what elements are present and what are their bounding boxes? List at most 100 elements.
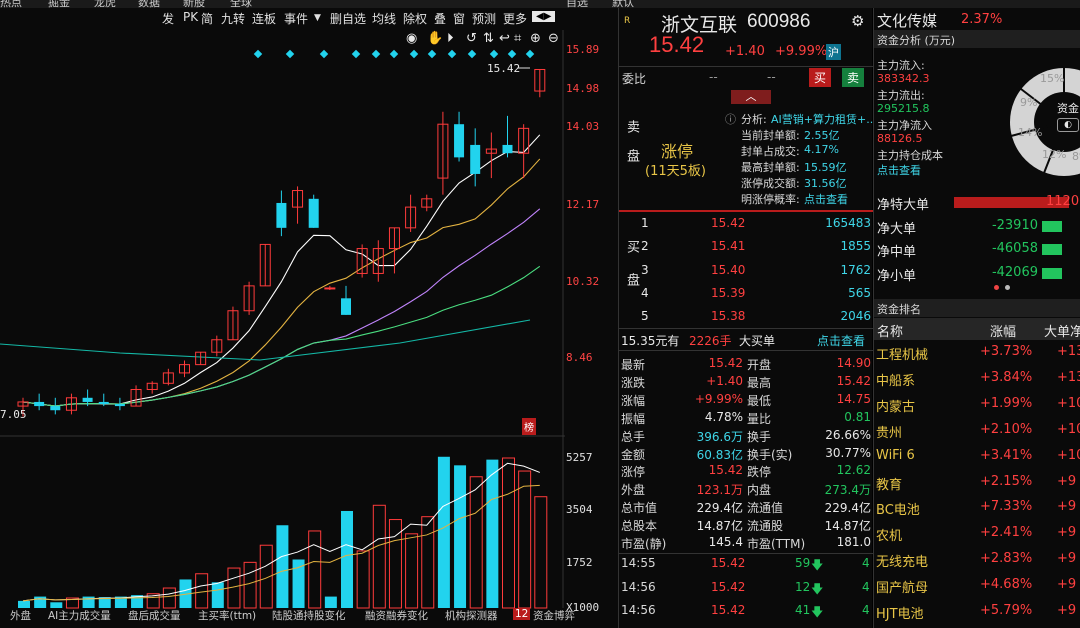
crop-icon[interactable]: ⌗ bbox=[514, 31, 521, 46]
toolbar-exright[interactable]: 除权 bbox=[403, 10, 427, 27]
eye-icon[interactable]: ◉ bbox=[406, 31, 417, 46]
tab-after-hours[interactable]: 盘后成交量 bbox=[128, 608, 181, 623]
volume-bar bbox=[454, 465, 467, 608]
top-menu-item[interactable]: 数据 bbox=[138, 0, 160, 8]
top-menu-item[interactable]: 掘金 bbox=[48, 0, 70, 8]
kline-svg[interactable] bbox=[0, 8, 618, 628]
ranking-pct: +3.41% bbox=[980, 447, 1033, 463]
tab-northbound[interactable]: 陆股通持股变化 bbox=[272, 608, 346, 623]
analysis-label: 分析: bbox=[741, 113, 767, 126]
split-icon[interactable]: ⇅ bbox=[483, 31, 494, 46]
toolbar-window[interactable]: 窗 bbox=[453, 10, 465, 27]
ranking-header-net[interactable]: 大单净 bbox=[1044, 321, 1080, 340]
sell-button[interactable]: 卖 bbox=[842, 68, 865, 87]
page-dot[interactable] bbox=[1005, 285, 1010, 290]
tab-fund-game[interactable]: 资金博弈 bbox=[533, 608, 575, 623]
quote-value: 12.62 bbox=[836, 463, 871, 478]
back-icon[interactable]: ↩ bbox=[499, 31, 510, 46]
ranking-pct: +7.33% bbox=[980, 499, 1033, 515]
page-dot-active[interactable] bbox=[994, 285, 999, 290]
candle-body bbox=[454, 124, 465, 158]
ranking-name[interactable]: 贵州 bbox=[876, 422, 902, 441]
big-order-link[interactable]: 点击查看 bbox=[817, 332, 865, 349]
top-menu-item[interactable]: 热点 bbox=[0, 0, 22, 8]
ranking-name[interactable]: WiFi 6 bbox=[876, 448, 915, 463]
tab-outer[interactable]: 外盘 bbox=[10, 608, 31, 623]
main-cost-link[interactable]: 点击查看 bbox=[877, 162, 921, 178]
play-icon[interactable]: ⏵ bbox=[447, 31, 454, 46]
candle-body bbox=[470, 144, 481, 174]
ranking-pct: +2.15% bbox=[980, 473, 1033, 489]
zoom-out-icon[interactable]: ⊖ bbox=[548, 31, 559, 46]
event-marker-icon bbox=[447, 49, 457, 59]
collapse-chevron-icon[interactable]: ︿ bbox=[731, 90, 771, 104]
ranking-header-pct[interactable]: 涨幅 bbox=[990, 321, 1016, 340]
ranking-name[interactable]: 工程机械 bbox=[876, 344, 928, 363]
ranking-name[interactable]: 中船系 bbox=[876, 370, 915, 389]
toolbar-events[interactable]: 事件 bbox=[284, 10, 308, 27]
volume-bar bbox=[534, 496, 548, 609]
ranking-name[interactable]: 农机 bbox=[876, 525, 902, 544]
dropdown-arrow-icon[interactable]: ▼ bbox=[314, 13, 321, 23]
candle-body bbox=[50, 406, 61, 411]
toolbar-remove-watch[interactable]: 删自选 bbox=[330, 10, 366, 27]
ranking-name[interactable]: BC电池 bbox=[876, 499, 920, 518]
quote-key: 流通值 bbox=[747, 501, 784, 516]
top-menu-item[interactable]: 龙虎 bbox=[94, 0, 116, 8]
tick-qty: 59 bbox=[795, 556, 811, 570]
ranking-name[interactable]: 无线充电 bbox=[876, 551, 928, 570]
quote-value: 30.77% bbox=[825, 445, 871, 460]
ranking-name[interactable]: HJT电池 bbox=[876, 603, 924, 622]
ranking-header-name[interactable]: 名称 bbox=[877, 321, 903, 340]
quote-value: 229.4亿 bbox=[824, 501, 871, 516]
arrows-icon[interactable]: ◀▶ bbox=[532, 11, 556, 22]
toolbar-overlay[interactable]: 叠 bbox=[434, 10, 446, 27]
expand-icon[interactable]: ◐ bbox=[1057, 118, 1079, 132]
toolbar-pk[interactable]: PK bbox=[183, 10, 198, 24]
top-menu-item[interactable]: 新股 bbox=[183, 0, 205, 8]
ranking-name[interactable]: 国产航母 bbox=[876, 577, 928, 596]
quote-value: 0.81 bbox=[844, 409, 871, 424]
net-flow-bar bbox=[1042, 244, 1062, 256]
zoom-in-icon[interactable]: ⊕ bbox=[530, 31, 541, 46]
tab-institution[interactable]: 机构探测器 bbox=[445, 608, 498, 623]
tab-badge: 12 bbox=[513, 608, 531, 620]
ranking-net: +10 bbox=[1057, 395, 1080, 411]
price-axis-label: 14.03 bbox=[566, 120, 600, 133]
quote-value: 273.4万 bbox=[824, 483, 871, 498]
volume-bar bbox=[372, 504, 386, 609]
buy-button[interactable]: 买 bbox=[809, 68, 832, 87]
ranking-name[interactable]: 教育 bbox=[876, 474, 902, 493]
toolbar-fa[interactable]: 发 bbox=[162, 10, 174, 27]
tab-ai-volume[interactable]: AI主力成交量 bbox=[48, 608, 111, 623]
event-marker-icon bbox=[427, 49, 437, 59]
toolbar-lianban[interactable]: 连板 bbox=[252, 10, 276, 27]
toolbar-jian[interactable]: 简 bbox=[201, 10, 213, 27]
event-marker-icon bbox=[389, 49, 399, 59]
net-flow-value: 1120 bbox=[1046, 194, 1080, 209]
candle-body bbox=[341, 298, 351, 315]
toolbar-ma[interactable]: 均线 bbox=[372, 10, 396, 27]
toolbar-predict[interactable]: 预测 bbox=[472, 10, 496, 27]
sector-name[interactable]: 文化传媒 bbox=[877, 10, 937, 31]
quote-key: 外盘 bbox=[621, 483, 646, 498]
toolbar-jiuzhuan[interactable]: 九转 bbox=[221, 10, 245, 27]
analysis-text[interactable]: AI营销+算力租赁+... bbox=[771, 111, 877, 127]
ranking-name[interactable]: 内蒙古 bbox=[876, 396, 915, 415]
top-menu-item[interactable]: 默认 bbox=[612, 0, 634, 8]
tab-buy-rate[interactable]: 主买率(ttm) bbox=[198, 608, 256, 623]
quote-value: 14.90 bbox=[836, 356, 871, 370]
tab-margin[interactable]: 融资融券变化 bbox=[365, 608, 428, 623]
kline-chart-panel bbox=[0, 8, 618, 628]
volume-bar bbox=[486, 459, 499, 608]
toolbar-more[interactable]: 更多 bbox=[503, 10, 527, 27]
probability-link[interactable]: 点击查看 bbox=[804, 191, 848, 207]
undo-icon[interactable]: ↺ bbox=[466, 31, 477, 46]
hand-icon[interactable]: ✋ bbox=[427, 31, 443, 46]
settings-gear-icon[interactable]: ⚙ bbox=[851, 12, 864, 30]
top-menu-item[interactable]: 自选 bbox=[566, 0, 588, 8]
top-menu-item[interactable]: 全球 bbox=[230, 0, 252, 8]
ranking-badge[interactable]: 榜 bbox=[522, 418, 536, 435]
big-order-price: 15.35元有 bbox=[621, 334, 680, 348]
bid-price: 15.41 bbox=[711, 239, 746, 253]
